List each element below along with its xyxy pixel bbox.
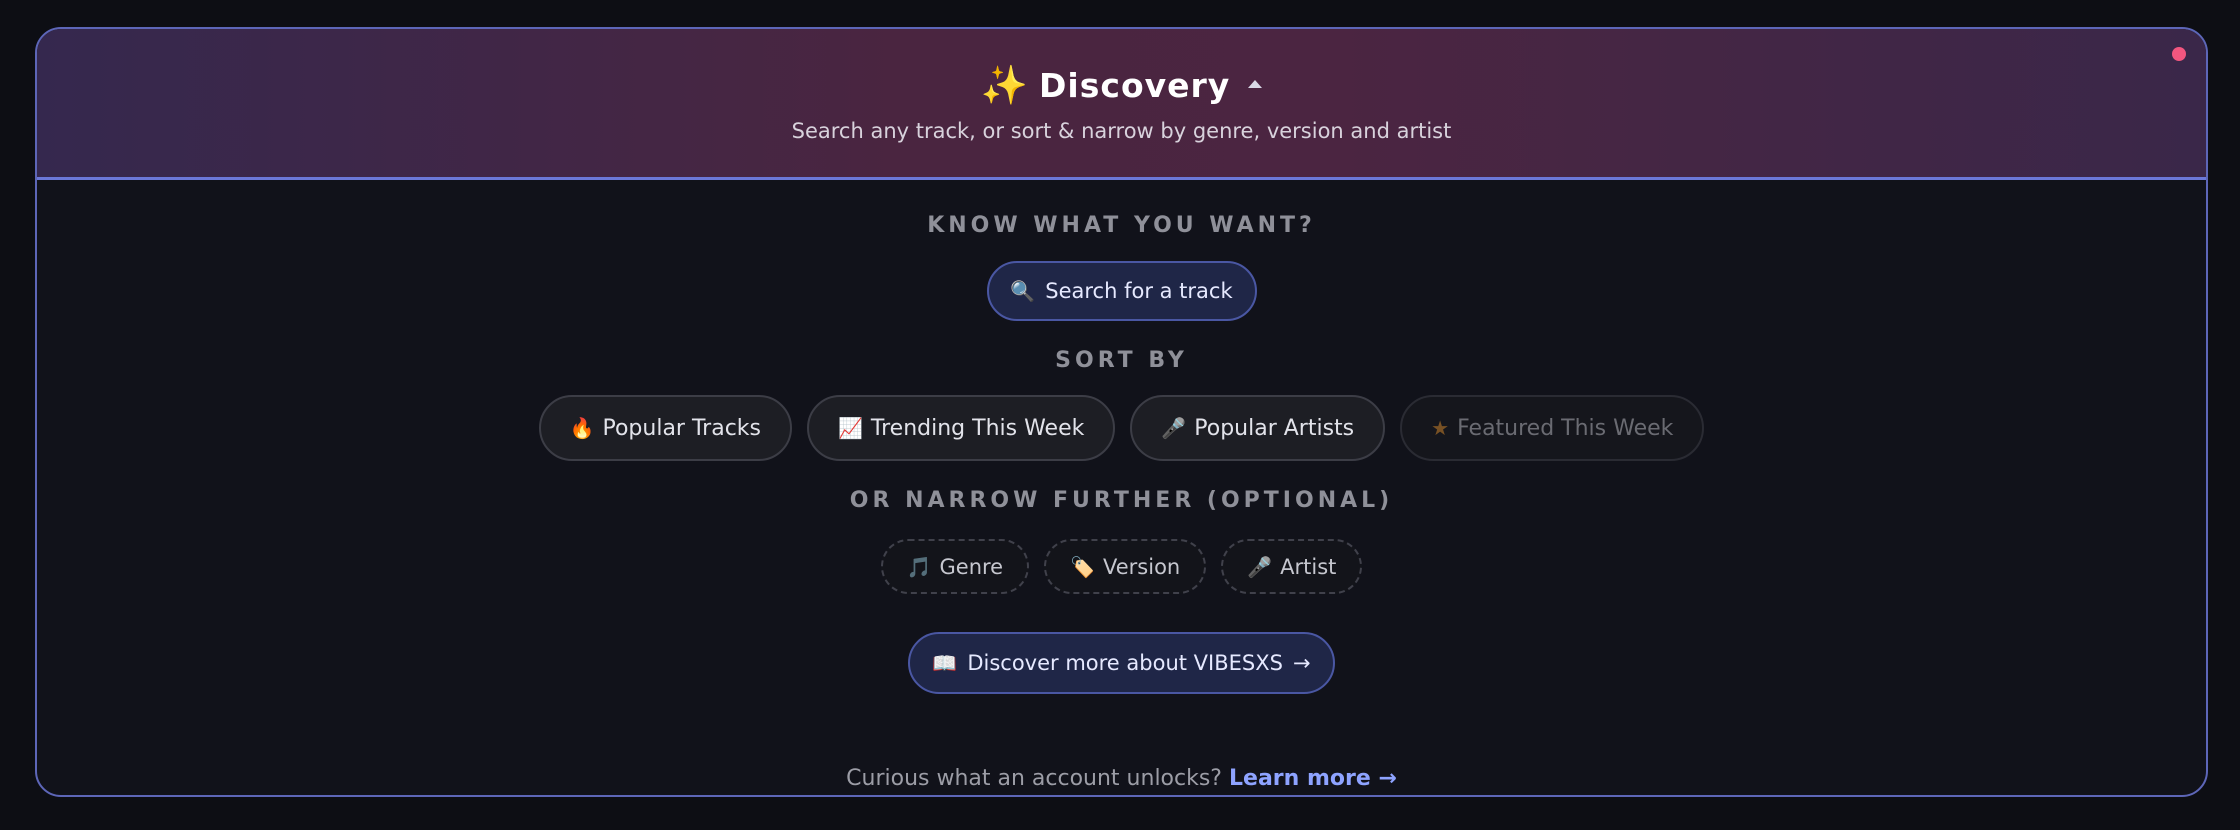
sort-option-label: Featured This Week	[1457, 415, 1674, 441]
discover-more-button[interactable]: 📖 Discover more about VIBESXS →	[908, 632, 1335, 694]
collapse-caret-icon[interactable]	[1248, 79, 1263, 88]
sort-popular-artists-button[interactable]: 🎤 Popular Artists	[1130, 395, 1386, 461]
sort-popular-tracks-button[interactable]: 🔥 Popular Tracks	[538, 395, 792, 461]
search-track-label: Search for a track	[1045, 279, 1233, 303]
status-dot	[2172, 47, 2186, 61]
filter-genre-chip[interactable]: 🎵 Genre	[880, 539, 1030, 594]
search-row: 🔍 Search for a track	[37, 261, 2206, 321]
search-track-button[interactable]: 🔍 Search for a track	[986, 261, 1257, 321]
page-subtitle: Search any track, or sort & narrow by ge…	[791, 119, 1452, 143]
trending-chart-icon: 📈	[838, 416, 863, 440]
sort-options-row: 🔥 Popular Tracks 📈 Trending This Week 🎤 …	[37, 395, 2206, 461]
account-question: Curious what an account unlocks?	[846, 766, 1222, 791]
account-footer: Curious what an account unlocks? Learn m…	[37, 766, 2206, 791]
sort-featured-week-button[interactable]: ★ Featured This Week	[1400, 395, 1705, 461]
page-title: Discovery	[1039, 66, 1231, 105]
filter-label: Genre	[939, 554, 1004, 579]
microphone-icon: 🎤	[1161, 416, 1187, 440]
search-section-label: KNOW WHAT YOU WANT?	[927, 213, 1316, 238]
sort-option-label: Popular Artists	[1194, 415, 1355, 441]
discover-row: 📖 Discover more about VIBESXS →	[37, 632, 2206, 694]
magnifier-icon: 🔍	[1010, 279, 1036, 303]
music-note-icon: 🎵	[906, 554, 932, 579]
star-icon: ★	[1431, 416, 1450, 440]
discovery-header: ✨ Discovery Search any track, or sort & …	[37, 29, 2206, 180]
filter-artist-chip[interactable]: 🎤 Artist	[1221, 539, 1363, 594]
learn-more-link[interactable]: Learn more →	[1229, 766, 1397, 791]
filter-version-chip[interactable]: 🏷️ Version	[1044, 539, 1207, 594]
discovery-panel: ✨ Discovery Search any track, or sort & …	[35, 27, 2208, 797]
filter-label: Version	[1103, 554, 1181, 579]
narrow-section-label: OR NARROW FURTHER (OPTIONAL)	[849, 488, 1394, 513]
arrow-right-icon: →	[1292, 651, 1311, 675]
sort-section-label: SORT BY	[1055, 348, 1188, 373]
narrow-filters-row: 🎵 Genre 🏷️ Version 🎤 Artist	[37, 539, 2206, 594]
sort-trending-week-button[interactable]: 📈 Trending This Week	[807, 395, 1116, 461]
microphone-icon: 🎤	[1247, 554, 1273, 579]
header-title-row[interactable]: ✨ Discovery	[37, 63, 2206, 108]
filter-label: Artist	[1280, 554, 1337, 579]
discover-more-label: Discover more about VIBESXS	[967, 651, 1283, 675]
sparkles-icon: ✨	[980, 63, 1030, 107]
fire-icon: 🔥	[569, 416, 595, 440]
sort-option-label: Popular Tracks	[602, 415, 761, 441]
tag-icon: 🏷️	[1070, 554, 1096, 579]
sort-option-label: Trending This Week	[870, 415, 1085, 441]
book-icon: 📖	[932, 651, 958, 675]
